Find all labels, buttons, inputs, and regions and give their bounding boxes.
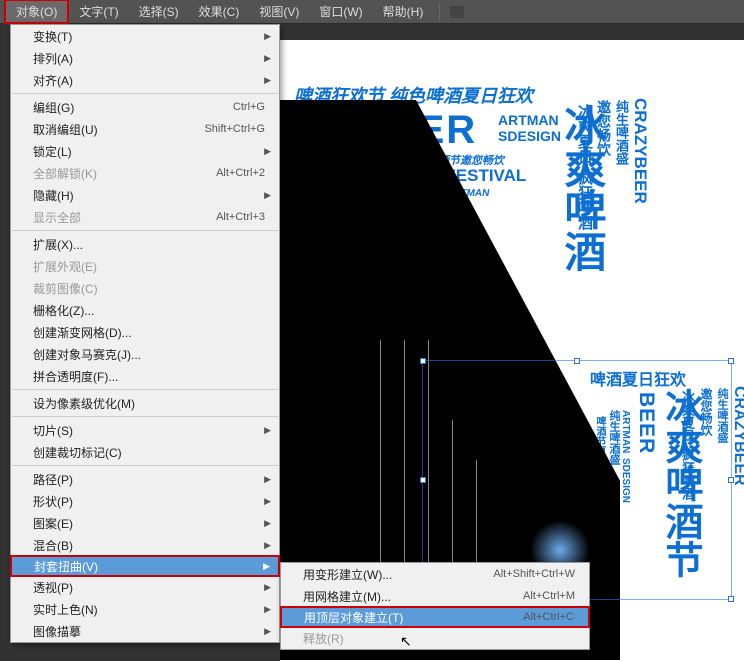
menu-label: 形状(P) bbox=[33, 493, 73, 510]
menu-item[interactable]: 对齐(A) bbox=[11, 69, 279, 91]
menu-item[interactable]: 锁定(L) bbox=[11, 140, 279, 162]
menu-label: 扩展(X)... bbox=[33, 236, 83, 253]
menu-label: 封套扭曲(V) bbox=[34, 558, 98, 575]
handle-n[interactable] bbox=[574, 358, 580, 364]
menu-separator bbox=[12, 93, 278, 94]
menu-object[interactable]: 对象(O) bbox=[4, 0, 69, 24]
art-r-side3: CRAZYBEER bbox=[730, 386, 744, 486]
menu-label: 全部解锁(K) bbox=[33, 165, 97, 182]
object-menu: 变换(T) 排列(A) 对齐(A) 编组(G) Ctrl+G 取消编组(U) Shift+C… bbox=[10, 24, 280, 643]
menu-item: 显示全部 Alt+Ctrl+3 bbox=[11, 206, 279, 228]
menu-label: 隐藏(H) bbox=[33, 187, 74, 204]
menu-label: 切片(S) bbox=[33, 422, 73, 439]
handle-nw[interactable] bbox=[420, 358, 426, 364]
menu-label: 裁剪图像(C) bbox=[33, 280, 98, 297]
menu-label: 图案(E) bbox=[33, 515, 73, 532]
menu-label: 拼合透明度(F)... bbox=[33, 368, 118, 385]
menu-item[interactable]: 排列(A) bbox=[11, 47, 279, 69]
menu-label: 用顶层对象建立(T) bbox=[304, 609, 403, 626]
menu-effect[interactable]: 效果(C) bbox=[189, 1, 250, 22]
art-sub1: ARTMAN bbox=[498, 112, 559, 128]
menu-label: 设为像素级优化(M) bbox=[33, 395, 135, 412]
menu-label: 透视(P) bbox=[33, 579, 73, 596]
menu-shortcut: Alt+Shift+Ctrl+W bbox=[493, 568, 575, 580]
menubar: 对象(O) 文字(T) 选择(S) 效果(C) 视图(V) 窗口(W) 帮助(H… bbox=[0, 0, 744, 24]
menu-label: 混合(B) bbox=[33, 537, 73, 554]
menu-item[interactable]: 隐藏(H) bbox=[11, 184, 279, 206]
menu-label: 图像描摹 bbox=[33, 623, 81, 640]
art-side2: 纯生啤酒盛 bbox=[612, 100, 631, 165]
menu-shortcut: Shift+Ctrl+G bbox=[204, 123, 265, 135]
menu-label: 路径(P) bbox=[33, 471, 73, 488]
menu-item[interactable]: 图案(E) bbox=[11, 512, 279, 534]
menu-label: 锁定(L) bbox=[33, 143, 72, 160]
menu-label: 栅格化(Z)... bbox=[33, 302, 94, 319]
menu-item[interactable]: 实时上色(N) bbox=[11, 598, 279, 620]
menu-separator bbox=[12, 465, 278, 466]
menu-separator bbox=[12, 389, 278, 390]
handle-e[interactable] bbox=[728, 477, 734, 483]
submenu-item[interactable]: 用变形建立(W)... Alt+Shift+Ctrl+W bbox=[281, 563, 589, 585]
menu-shortcut: Alt+Ctrl+M bbox=[523, 590, 575, 602]
menu-label: 变换(T) bbox=[33, 28, 72, 45]
menu-item[interactable]: 变换(T) bbox=[11, 25, 279, 47]
menu-type[interactable]: 文字(T) bbox=[69, 1, 128, 22]
menu-item[interactable]: 栅格化(Z)... bbox=[11, 299, 279, 321]
art-side1: 邀您畅饮 bbox=[594, 100, 614, 156]
menu-item: 全部解锁(K) Alt+Ctrl+2 bbox=[11, 162, 279, 184]
menu-help[interactable]: 帮助(H) bbox=[373, 1, 434, 22]
menu-item[interactable]: 创建裁切标记(C) bbox=[11, 441, 279, 463]
menu-label: 排列(A) bbox=[33, 50, 73, 67]
menu-label: 对齐(A) bbox=[33, 72, 73, 89]
menu-separator bbox=[12, 230, 278, 231]
menu-item[interactable]: 创建渐变网格(D)... bbox=[11, 321, 279, 343]
menu-separator bbox=[12, 416, 278, 417]
menu-item[interactable]: 设为像素级优化(M) bbox=[11, 392, 279, 414]
workspace-dropdown[interactable] bbox=[450, 6, 464, 18]
handle-ne[interactable] bbox=[728, 358, 734, 364]
menu-item[interactable]: 扩展(X)... bbox=[11, 233, 279, 255]
menu-label: 创建对象马赛克(J)... bbox=[33, 346, 141, 363]
menu-label: 编组(G) bbox=[33, 99, 74, 116]
menu-shortcut: Alt+Ctrl+2 bbox=[216, 167, 265, 179]
menu-label: 扩展外观(E) bbox=[33, 258, 97, 275]
menu-shortcut: Alt+Ctrl+C bbox=[523, 611, 574, 623]
menu-item[interactable]: 拼合透明度(F)... bbox=[11, 365, 279, 387]
submenu-item[interactable]: 用顶层对象建立(T) Alt+Ctrl+C bbox=[280, 606, 590, 628]
menu-label: 释放(R) bbox=[303, 630, 344, 647]
menu-item[interactable]: 混合(B) bbox=[11, 534, 279, 556]
menu-label: 创建渐变网格(D)... bbox=[33, 324, 132, 341]
menu-view[interactable]: 视图(V) bbox=[249, 1, 309, 22]
menu-item[interactable]: 封套扭曲(V) bbox=[10, 555, 280, 577]
menu-item[interactable]: 编组(G) Ctrl+G bbox=[11, 96, 279, 118]
menu-select[interactable]: 选择(S) bbox=[129, 1, 189, 22]
menu-label: 用变形建立(W)... bbox=[303, 566, 392, 583]
cursor-icon: ↖ bbox=[400, 633, 412, 650]
art-side3: CRAZYBEER bbox=[630, 98, 650, 204]
menu-item[interactable]: 透视(P) bbox=[11, 576, 279, 598]
envelope-submenu: 用变形建立(W)... Alt+Shift+Ctrl+W 用网格建立(M)... Al… bbox=[280, 562, 590, 650]
menu-label: 用网格建立(M)... bbox=[303, 588, 391, 605]
menu-label: 实时上色(N) bbox=[33, 601, 98, 618]
menu-shortcut: Ctrl+G bbox=[233, 101, 265, 113]
menu-shortcut: Alt+Ctrl+3 bbox=[216, 211, 265, 223]
menu-label: 取消编组(U) bbox=[33, 121, 98, 138]
submenu-item: 释放(R) bbox=[281, 627, 589, 649]
menu-item[interactable]: 创建对象马赛克(J)... bbox=[11, 343, 279, 365]
menu-label: 显示全部 bbox=[33, 209, 81, 226]
menu-item[interactable]: 取消编组(U) Shift+Ctrl+G bbox=[11, 118, 279, 140]
menu-item: 扩展外观(E) bbox=[11, 255, 279, 277]
menu-item[interactable]: 形状(P) bbox=[11, 490, 279, 512]
menu-item[interactable]: 路径(P) bbox=[11, 468, 279, 490]
menu-item[interactable]: 切片(S) bbox=[11, 419, 279, 441]
handle-w[interactable] bbox=[420, 477, 426, 483]
menu-label: 创建裁切标记(C) bbox=[33, 444, 122, 461]
menu-item: 裁剪图像(C) bbox=[11, 277, 279, 299]
handle-se[interactable] bbox=[728, 596, 734, 602]
menu-window[interactable]: 窗口(W) bbox=[309, 1, 372, 22]
divider bbox=[439, 3, 440, 21]
menu-item[interactable]: 图像描摹 bbox=[11, 620, 279, 642]
submenu-item[interactable]: 用网格建立(M)... Alt+Ctrl+M bbox=[281, 585, 589, 607]
